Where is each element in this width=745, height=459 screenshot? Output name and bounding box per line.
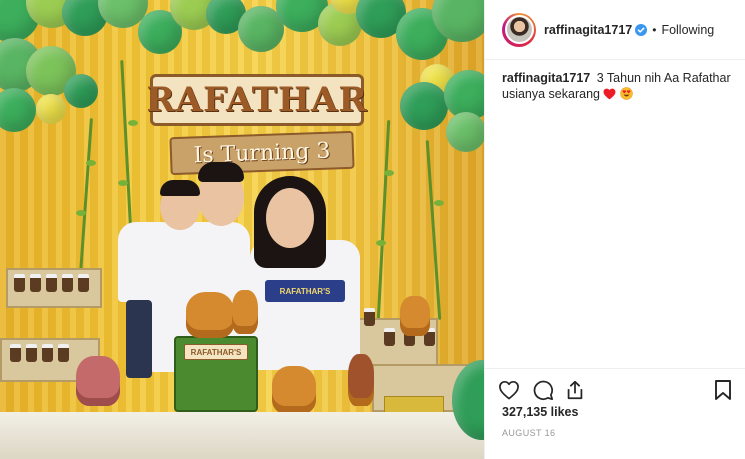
sign-text: RAFATHAR xyxy=(146,80,368,120)
jar xyxy=(14,274,25,292)
cake-label-text: RAFATHAR'S xyxy=(190,347,242,357)
instagram-post: RAFATHAR Is Turning 3 RAFATHAR'S RAFATHA… xyxy=(0,0,745,459)
jar xyxy=(10,344,21,362)
balloon xyxy=(400,82,448,130)
comment-icon[interactable] xyxy=(531,378,555,402)
shirt-print-text: RAFATHAR'S xyxy=(279,286,331,296)
heart-icon[interactable] xyxy=(497,378,521,402)
leaf xyxy=(376,240,386,246)
child-legs xyxy=(126,300,152,378)
separator-dot: • xyxy=(652,22,657,37)
party-table xyxy=(0,412,484,459)
heart-emoji xyxy=(603,88,616,104)
balloon xyxy=(64,74,98,108)
leaf xyxy=(118,180,128,186)
lion-figure xyxy=(186,292,234,338)
post-header: raffinagita1717 • Following xyxy=(485,0,745,60)
shirt-print: RAFATHAR'S xyxy=(265,280,345,302)
ribbon-banner: Is Turning 3 xyxy=(169,130,355,176)
leaf xyxy=(86,160,96,166)
jar xyxy=(58,344,69,362)
cake-label: RAFATHAR'S xyxy=(184,344,248,360)
jar xyxy=(46,274,57,292)
caption-text-line2: usianya sekarang xyxy=(502,87,600,101)
lion-figure xyxy=(400,296,430,336)
balloon xyxy=(446,112,484,152)
post-caption: raffinagita1717 3 Tahun nih Aa Rafathar … xyxy=(502,70,732,104)
child-hair xyxy=(160,180,200,196)
leaf xyxy=(76,210,86,216)
mother-head xyxy=(266,188,314,248)
share-icon[interactable] xyxy=(563,378,587,402)
name-sign: RAFATHAR xyxy=(146,74,367,126)
story-ring[interactable] xyxy=(502,12,536,47)
following-button[interactable]: Following xyxy=(661,23,714,37)
jar xyxy=(78,274,89,292)
lion-figure xyxy=(272,366,316,414)
birthday-cake: RAFATHAR'S xyxy=(174,336,258,412)
leaf xyxy=(128,120,138,126)
caption-text-line1: 3 Tahun nih Aa Rafathar xyxy=(596,71,731,85)
like-count[interactable]: 327,135 likes xyxy=(502,405,578,419)
leaf xyxy=(434,200,444,206)
heart-eyes-emoji xyxy=(620,87,633,104)
post-photo[interactable]: RAFATHAR Is Turning 3 RAFATHAR'S RAFATHA… xyxy=(0,0,484,459)
child-shirt xyxy=(118,222,180,302)
post-side-panel: raffinagita1717 • Following raffinagita1… xyxy=(484,0,745,459)
balloon xyxy=(36,94,66,124)
caption-username[interactable]: raffinagita1717 xyxy=(502,71,590,85)
action-bar xyxy=(485,368,745,410)
jar xyxy=(30,274,41,292)
lion-figure xyxy=(232,290,258,334)
lion-figure xyxy=(348,354,374,406)
jar xyxy=(384,328,395,346)
verified-badge-icon xyxy=(635,23,648,36)
jar xyxy=(26,344,37,362)
warthog-figure xyxy=(76,356,120,406)
jar xyxy=(364,308,375,326)
avatar[interactable] xyxy=(504,15,534,44)
jar xyxy=(42,344,53,362)
father-hair xyxy=(198,162,244,182)
bookmark-icon[interactable] xyxy=(711,378,735,402)
leaf xyxy=(384,170,394,176)
post-date[interactable]: AUGUST 16 xyxy=(502,428,555,438)
header-username[interactable]: raffinagita1717 xyxy=(544,23,632,37)
jar xyxy=(62,274,73,292)
